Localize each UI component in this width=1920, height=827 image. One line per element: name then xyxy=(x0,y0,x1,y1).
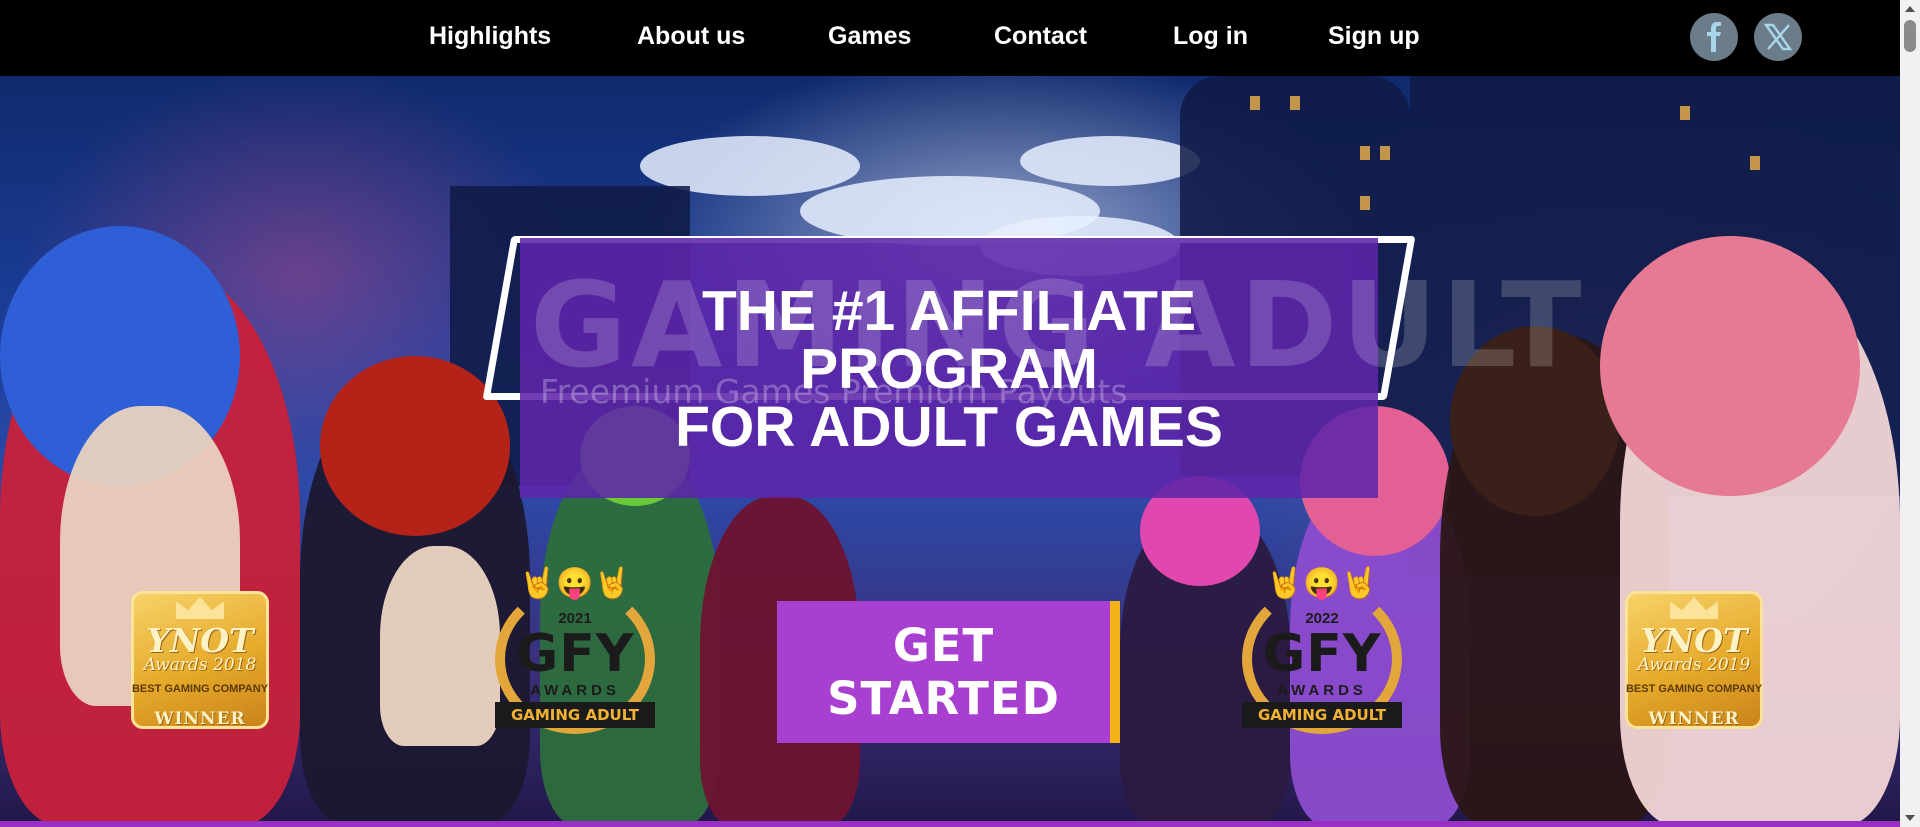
get-started-button[interactable]: GET STARTED xyxy=(777,601,1110,743)
character-illustration xyxy=(380,546,500,746)
hero-headline: THE #1 AFFILIATE PROGRAM FOR ADULT GAMES xyxy=(520,282,1378,456)
x-twitter-icon xyxy=(1764,23,1792,51)
emoji-icon: 🤘😛🤘 xyxy=(1265,567,1379,600)
window-light xyxy=(1380,146,1390,160)
headline-line-3: FOR ADULT GAMES xyxy=(675,395,1223,459)
nav-games[interactable]: Games xyxy=(828,22,911,51)
window-light xyxy=(1360,146,1370,160)
nav-log-in[interactable]: Log in xyxy=(1173,22,1248,51)
scroll-up-icon[interactable] xyxy=(1905,6,1915,12)
section-divider xyxy=(0,821,1900,827)
nav-about-us[interactable]: About us xyxy=(637,22,745,51)
page-scrollbar[interactable] xyxy=(1900,0,1920,827)
nav-contact[interactable]: Contact xyxy=(994,22,1087,51)
window-light xyxy=(1680,106,1690,120)
emoji-icon: 🤘😛🤘 xyxy=(518,567,632,600)
ynot-2018-badge: YNOT Awards 2018 BEST GAMING COMPANY WIN… xyxy=(131,591,269,729)
facebook-icon xyxy=(1707,22,1721,52)
ynot-2019-badge: YNOT Awards 2019 BEST GAMING COMPANY WIN… xyxy=(1625,591,1763,729)
top-navigation-bar: Highlights About us Games Contact Log in… xyxy=(0,0,1900,76)
window-light xyxy=(1360,196,1370,210)
window-light xyxy=(1290,96,1300,110)
crown-icon xyxy=(176,597,224,619)
cloud-decoration xyxy=(1020,136,1200,186)
crown-icon xyxy=(1670,597,1718,619)
scroll-thumb[interactable] xyxy=(1904,20,1916,52)
gfy-2021-badge: 🤘😛🤘 2021 GFY AWARDS GAMING ADULT xyxy=(485,566,665,736)
character-hair xyxy=(320,356,510,536)
headline-line-2: PROGRAM xyxy=(800,337,1098,401)
gfy-2022-badge: 🤘😛🤘 2022 GFY AWARDS GAMING ADULT xyxy=(1232,566,1412,736)
scroll-down-icon[interactable] xyxy=(1905,815,1915,821)
headline-line-1: THE #1 AFFILIATE xyxy=(701,279,1197,343)
window-light xyxy=(1250,96,1260,110)
page: Highlights About us Games Contact Log in… xyxy=(0,0,1920,827)
hero-banner: GAMING ADULT Freemium Games Premium Payo… xyxy=(0,76,1900,821)
facebook-button[interactable] xyxy=(1690,13,1738,61)
character-hair xyxy=(1600,236,1860,496)
x-twitter-button[interactable] xyxy=(1754,13,1802,61)
nav-sign-up[interactable]: Sign up xyxy=(1328,22,1420,51)
window-light xyxy=(1750,156,1760,170)
nav-highlights[interactable]: Highlights xyxy=(429,22,551,51)
